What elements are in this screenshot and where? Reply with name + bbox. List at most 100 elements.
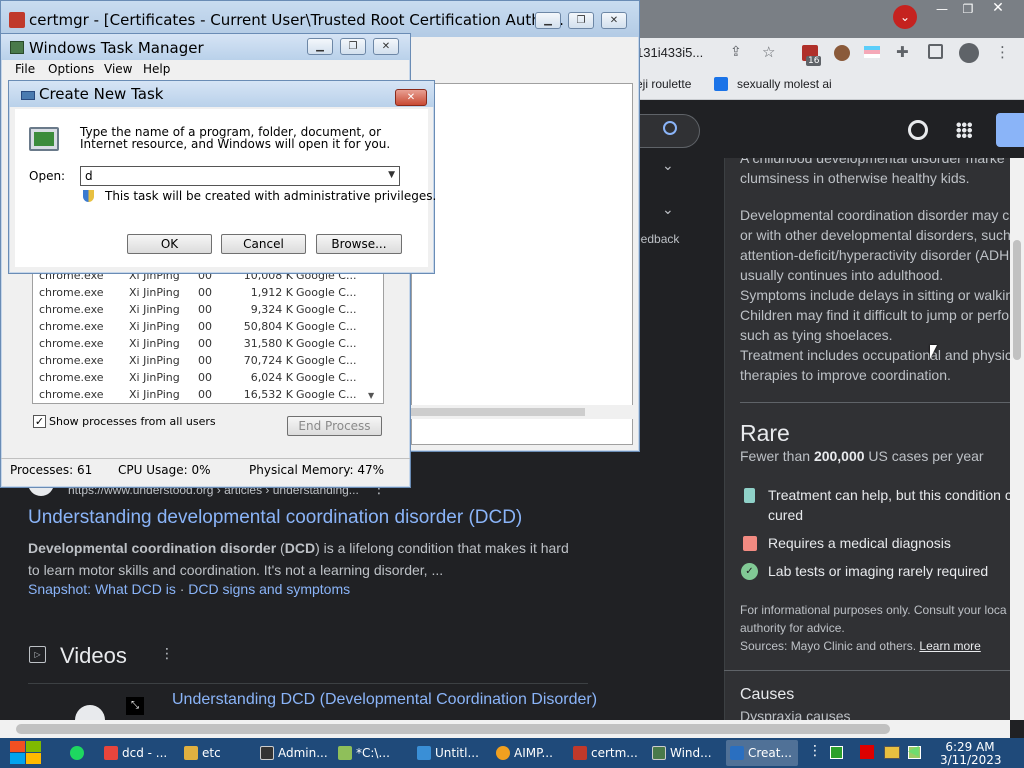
cancel-button[interactable]: Cancel [221,234,306,254]
table-row[interactable]: chrome.exe Xi JinPing 00 70,724 K Google… [33,352,383,369]
menu-file[interactable]: File [15,62,35,76]
process-desc: Google C... [296,337,357,350]
taskbar-item-notepad[interactable]: *C:\... [334,740,406,766]
menu-view[interactable]: View [104,62,132,76]
restore-button[interactable]: ❐ [568,12,594,29]
close-icon[interactable]: ✕ [986,0,1010,16]
chevron-down-icon[interactable]: ⌄ [662,158,674,174]
chevron-down-icon[interactable]: ⌄ [662,202,674,218]
search-icon[interactable] [663,121,677,135]
minimize-icon[interactable]: — [930,2,954,18]
restore-icon[interactable]: ❐ [956,2,980,18]
scroll-down-arrow-icon[interactable]: ▼ [368,391,374,400]
process-mem: 6,024 K [250,371,293,384]
profile-avatar-icon[interactable] [959,43,979,63]
bookmark-star-icon[interactable]: ☆ [762,43,775,61]
result-title-link[interactable]: Understanding developmental coordination… [28,507,522,529]
scrollbar-thumb[interactable] [411,408,585,416]
sitelink-symptoms[interactable]: DCD signs and symptoms [188,581,350,597]
videos-more-icon[interactable]: ⋮ [160,646,174,662]
taskbar-item-aimp[interactable]: AIMP... [492,740,564,766]
dialog-title: Create New Task [39,85,164,103]
end-process-button[interactable]: End Process [287,416,382,436]
lab-icon: ✓ [741,563,758,580]
close-button[interactable]: ✕ [601,12,627,29]
learn-more-link[interactable]: Learn more [919,639,980,653]
certmgr-hscroll[interactable] [411,405,633,419]
tray-device-icon[interactable] [884,746,900,759]
tray-app-icon[interactable] [830,746,843,759]
taskbar-item-create-task[interactable]: Creat... [726,740,798,766]
clock-time[interactable]: 6:29 AM [940,740,1000,754]
table-row[interactable]: chrome.exe Xi JinPing 00 16,532 K Google… [33,386,383,403]
show-all-checkbox[interactable]: ✓ [33,415,46,428]
taskbar-item-chrome[interactable]: dcd - ... [100,740,172,766]
taskbar-item-taskmgr[interactable]: Wind... [648,740,720,766]
account-button[interactable] [996,113,1024,147]
dropdown-arrow-icon[interactable]: ▼ [388,170,395,180]
kp-line: attention-deficit/hyperactivity disorder… [740,247,1010,263]
feedback-link[interactable]: eedback [634,232,679,246]
video-play-icon[interactable] [75,705,105,720]
address-bar-url[interactable]: 131i433i5... [636,45,703,60]
process-name: chrome.exe [39,371,104,384]
apps-grid-icon[interactable] [956,122,972,138]
process-desc: Google C... [296,303,357,316]
open-input[interactable]: d [85,169,93,183]
restore-button[interactable]: ❐ [340,38,366,55]
kp-fact-treatment: Treatment can help, but this condition c… [768,485,1010,525]
bookmark-item[interactable]: eji roulette [636,77,691,91]
table-row[interactable]: chrome.exe Xi JinPing 00 1,912 K Google … [33,284,383,301]
ok-button[interactable]: OK [127,234,212,254]
table-row[interactable]: chrome.exe Xi JinPing 00 6,024 K Google … [33,369,383,386]
mouse-cursor-icon [930,345,937,359]
browse-button[interactable]: Browse... [316,234,402,254]
taskmgr-icon [10,41,24,54]
process-user: Xi JinPing [129,303,180,316]
video-expand-icon[interactable]: ⤡ [126,697,144,715]
quicklaunch-icon[interactable] [70,746,84,760]
taskbar-item-cmd[interactable]: Admin... [256,740,328,766]
puzzle-icon[interactable]: ✚ [896,43,909,61]
speaker-icon[interactable]: ◀ [908,743,919,759]
taskbar-item-folder[interactable]: etc [180,740,252,766]
side-panel-icon[interactable] [928,44,943,59]
vertical-scrollbar[interactable] [1010,158,1024,720]
pride-extension-icon[interactable] [864,46,880,58]
table-row[interactable]: chrome.exe Xi JinPing 00 50,804 K Google… [33,318,383,335]
bookmark-item[interactable]: sexually molest ai [737,77,832,91]
menu-icon[interactable]: ⋮ [995,43,1010,61]
tab-search-icon[interactable]: ⌄ [893,5,917,29]
show-all-label[interactable]: Show processes from all users [49,415,216,428]
kp-line: Symptoms include delays in sitting or wa… [740,287,1010,303]
minimize-button[interactable]: ▁ [535,12,561,29]
flag-icon[interactable] [860,745,874,759]
dialog-description: Type the name of a program, folder, docu… [80,125,391,151]
dialog-titlebar[interactable]: Create New Task [9,81,434,107]
settings-gear-icon[interactable] [908,120,928,140]
menu-options[interactable]: Options [48,62,94,76]
close-button[interactable]: ✕ [373,38,399,55]
horizontal-scrollbar[interactable] [0,720,1010,738]
share-icon[interactable]: ⇪ [730,44,742,60]
taskbar-item-certmgr[interactable]: certm... [569,740,641,766]
menu-help[interactable]: Help [143,62,170,76]
clock-date[interactable]: 3/11/2023 [940,753,1002,767]
table-row[interactable]: chrome.exe Xi JinPing 00 31,580 K Google… [33,335,383,352]
minimize-button[interactable]: ▁ [307,38,333,55]
start-button[interactable] [10,741,42,765]
sitelink-snapshot[interactable]: Snapshot: What DCD is [28,581,176,597]
scrollbar-thumb[interactable] [1013,240,1021,360]
taskbar-item-untitled[interactable]: Untitl... [413,740,485,766]
kp-disclaimer: For informational purposes only. Consult… [740,601,1010,655]
kp-causes-heading[interactable]: Causes [740,686,794,704]
video-title-link[interactable]: Understanding DCD (Developmental Coordin… [172,691,597,709]
table-row[interactable]: chrome.exe Xi JinPing 00 9,324 K Google … [33,301,383,318]
open-combobox[interactable]: d ▼ [80,166,400,186]
status-processes: Processes: 61 [10,463,93,477]
scrollbar-thumb[interactable] [16,724,890,734]
close-button[interactable]: ✕ [395,89,427,106]
profile-extension-icon[interactable] [834,45,850,61]
certmgr-content [411,83,633,445]
tray-overflow-icon[interactable]: ⋮ [808,743,822,759]
